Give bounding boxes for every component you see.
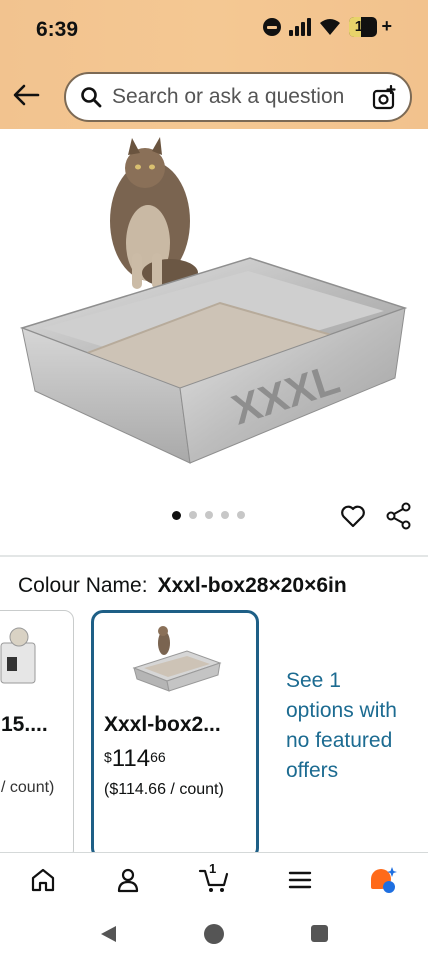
account-icon[interactable] xyxy=(113,865,143,895)
share-icon[interactable] xyxy=(386,502,412,530)
variant-title: 15.... xyxy=(1,713,48,736)
search-icon xyxy=(81,87,102,108)
colour-value: Xxxl-box28×20×6in xyxy=(157,574,347,597)
variant-card-selected[interactable]: Xxxl-box2... $ 114 66 ($114.66 / count) xyxy=(91,610,259,860)
colour-name-row: Colour Name: Xxxl-box28×20×6in xyxy=(18,574,347,598)
search-bar[interactable]: Search or ask a question xyxy=(64,72,412,122)
section-divider xyxy=(0,555,428,557)
back-arrow-icon[interactable] xyxy=(12,83,40,107)
carousel-indicator xyxy=(172,510,245,520)
cart-count: 1 xyxy=(209,861,217,876)
variant-thumbnail xyxy=(132,626,222,692)
status-icons: 14 + xyxy=(262,16,392,37)
carousel-dot[interactable] xyxy=(221,511,229,519)
product-image[interactable]: XXXL xyxy=(20,133,408,473)
bottom-nav: 1 xyxy=(0,852,428,907)
carousel-dot[interactable] xyxy=(237,511,245,519)
battery-level: 14 xyxy=(354,17,372,35)
system-back-icon[interactable] xyxy=(99,924,119,944)
camera-search-icon[interactable] xyxy=(372,85,398,111)
price-whole: 114 xyxy=(111,745,151,772)
see-options-link[interactable]: See 1 options with no featured offers xyxy=(286,666,406,786)
search-input[interactable]: Search or ask a question xyxy=(112,85,380,109)
home-icon[interactable] xyxy=(28,865,58,895)
wifi-icon xyxy=(319,18,340,35)
variant-title: Xxxl-box2... xyxy=(104,713,221,736)
variant-unit-price: / count) xyxy=(1,779,55,796)
system-recents-icon[interactable] xyxy=(311,925,328,942)
price-fraction: 66 xyxy=(150,749,166,765)
rufus-assistant-icon[interactable] xyxy=(368,865,398,895)
status-time: 6:39 xyxy=(36,18,79,41)
variant-card[interactable]: 15.... / count) xyxy=(0,610,74,863)
colour-label: Colour Name: xyxy=(18,574,148,597)
variant-price: $ 114 66 xyxy=(104,745,166,773)
cart-button[interactable]: 1 xyxy=(198,861,232,895)
carousel-dot[interactable] xyxy=(205,511,213,519)
carousel-dot[interactable] xyxy=(172,510,181,520)
heart-icon[interactable] xyxy=(340,503,366,529)
cat-illustration xyxy=(110,137,198,289)
carousel-dot[interactable] xyxy=(189,511,197,519)
do-not-disturb-icon xyxy=(262,17,281,36)
variant-thumbnail xyxy=(0,627,36,684)
system-home-icon[interactable] xyxy=(204,924,224,944)
system-navigation-bar xyxy=(0,906,428,960)
menu-icon[interactable] xyxy=(285,865,315,895)
variant-unit-price: ($114.66 / count) xyxy=(104,781,224,798)
price-currency: $ xyxy=(104,749,112,765)
signal-icon xyxy=(288,17,311,36)
battery-icon: 14 + xyxy=(348,16,392,37)
app-header: 6:39 14 + Search or ask a question xyxy=(0,0,428,129)
